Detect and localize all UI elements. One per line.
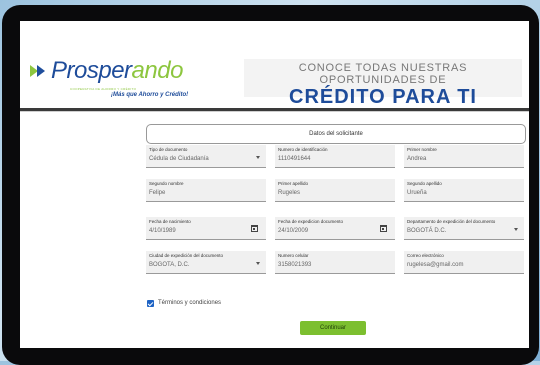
field-value: BOGOTA, D.C. xyxy=(149,262,190,268)
field-value: Cédula de Ciudadanía xyxy=(149,156,209,162)
brand-logo[interactable]: Prosperando xyxy=(30,59,183,83)
numero-identificacion-input[interactable]: Numero de identificación 1110491644 xyxy=(275,145,395,168)
chevron-down-icon[interactable] xyxy=(514,228,518,231)
field-label: Numero celular xyxy=(278,253,309,258)
field-label: Ciudad de expedición del documento xyxy=(149,253,224,258)
calendar-icon[interactable] xyxy=(251,225,258,232)
brand-name: Prosperando xyxy=(51,57,183,84)
field-label: Primer apellido xyxy=(278,181,309,186)
field-label: Fecha de expedicion documento xyxy=(278,219,344,224)
field-label: Numero de identificación xyxy=(278,147,328,152)
ciudad-expedicion-select[interactable]: Ciudad de expedición del documento BOGOT… xyxy=(146,251,266,274)
calendar-icon[interactable] xyxy=(380,225,387,232)
field-label: Correo electrónico xyxy=(407,253,444,258)
correo-input[interactable]: Correo electrónico rugelesa@gmail.com xyxy=(404,251,524,274)
primer-nombre-input[interactable]: Primer nombre Andrea xyxy=(404,145,524,168)
field-label: Segundo apellido xyxy=(407,181,442,186)
numero-celular-input[interactable]: Numero celular 3158021393 xyxy=(275,251,395,274)
terms-label[interactable]: Términos y condiciones xyxy=(158,300,221,307)
field-label: Departamento de expedición del documento xyxy=(407,219,496,224)
terms-checkbox[interactable] xyxy=(147,300,154,307)
field-label: Primer nombre xyxy=(407,147,437,152)
segundo-nombre-input[interactable]: Segundo nombre Felipe xyxy=(146,179,266,202)
screen: Prosperando COOPERATIVA DE AHORRO Y CRÉD… xyxy=(20,21,529,348)
banner-line-1: CONOCE TODAS NUESTRAS OPORTUNIDADES DE xyxy=(298,62,468,86)
field-value: 3158021393 xyxy=(278,262,312,268)
field-value: Andrea xyxy=(407,156,427,162)
departamento-expedicion-select[interactable]: Departamento de expedición del documento… xyxy=(404,217,524,240)
continue-button[interactable]: Continuar xyxy=(300,321,366,335)
header: Prosperando COOPERATIVA DE AHORRO Y CRÉD… xyxy=(20,21,529,109)
section-title: Datos del solicitante xyxy=(146,124,526,144)
field-label: Segundo nombre xyxy=(149,181,184,186)
segundo-apellido-input[interactable]: Segundo apellido Urueña xyxy=(404,179,524,202)
field-value: BOGOTÁ D.C. xyxy=(407,228,447,234)
field-value: 1110491644 xyxy=(278,156,311,162)
field-label: Fecha de nacimiento xyxy=(149,219,191,224)
field-value: 24/10/2009 xyxy=(278,228,309,234)
fecha-expedicion-input[interactable]: Fecha de expedicion documento 24/10/2009 xyxy=(275,217,395,240)
chevron-down-icon[interactable] xyxy=(256,262,260,265)
tipo-documento-select[interactable]: Tipo de documento Cédula de Ciudadanía xyxy=(146,145,266,168)
field-value: 4/10/1989 xyxy=(149,228,176,234)
logo-arrows-icon xyxy=(30,63,50,79)
field-value: Rugeles xyxy=(278,190,301,196)
fecha-nacimiento-input[interactable]: Fecha de nacimiento 4/10/1989 xyxy=(146,217,266,240)
field-value: rugelesa@gmail.com xyxy=(407,262,464,268)
field-label: Tipo de documento xyxy=(149,147,188,152)
banner-line-2: CRÉDITO PARA TI xyxy=(289,86,477,108)
chevron-down-icon[interactable] xyxy=(256,156,260,159)
brand-slogan: ¡Más que Ahorro y Crédito! xyxy=(111,92,189,98)
primer-apellido-input[interactable]: Primer apellido Rugeles xyxy=(275,179,395,202)
promo-banner: CONOCE TODAS NUESTRAS OPORTUNIDADES DE C… xyxy=(244,59,522,108)
header-divider-shadow xyxy=(20,111,529,112)
field-value: Felipe xyxy=(149,190,166,196)
tablet-bezel: Prosperando COOPERATIVA DE AHORRO Y CRÉD… xyxy=(2,5,539,365)
field-value: Urueña xyxy=(407,190,427,196)
brand-tagline: COOPERATIVA DE AHORRO Y CRÉDITO xyxy=(70,87,137,91)
